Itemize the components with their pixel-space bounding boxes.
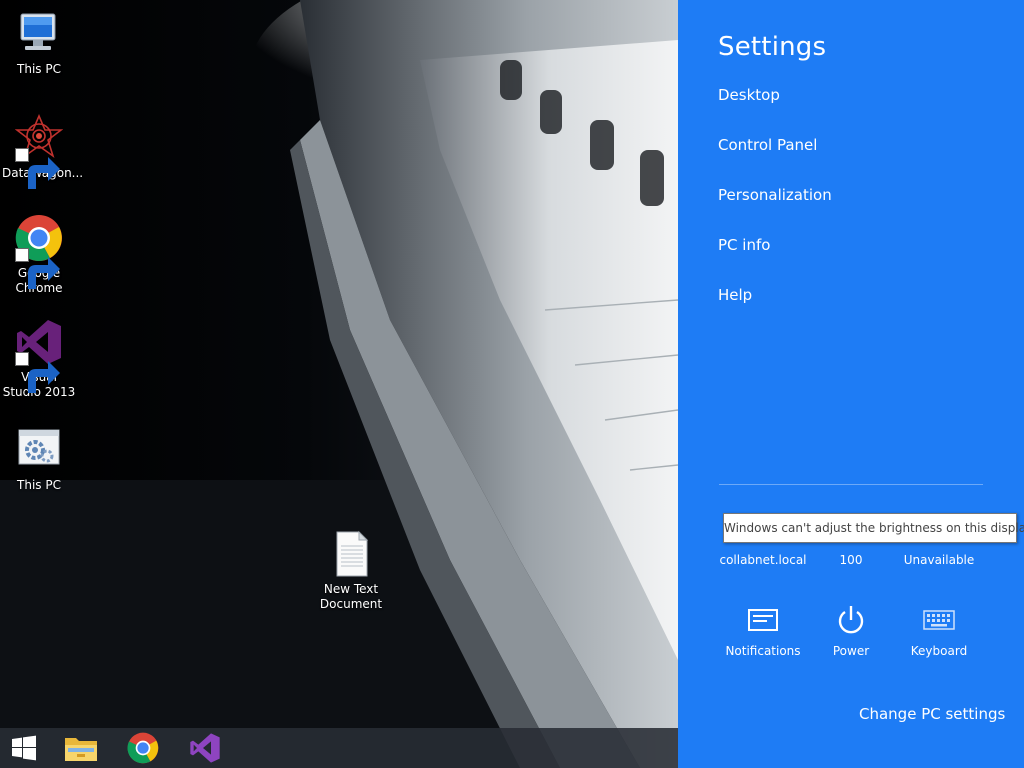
file-explorer-icon <box>64 733 98 763</box>
desktop-icon-visual-studio[interactable]: Visual Studio 2013 <box>2 318 76 400</box>
chrome-icon <box>15 214 63 289</box>
windows-start-icon <box>11 735 37 761</box>
taskbar-file-explorer[interactable] <box>57 728 105 768</box>
desktop-wallpaper <box>0 0 678 768</box>
power-icon <box>806 600 896 640</box>
computer-icon <box>15 10 63 58</box>
system-settings-icon <box>15 426 63 474</box>
power-button[interactable]: Power <box>806 600 896 658</box>
chrome-icon <box>127 732 159 764</box>
keyboard-button[interactable]: Keyboard <box>894 600 984 658</box>
desktop-icon-label: New Text Document <box>319 582 383 611</box>
desktop-icon-this-pc-settings[interactable]: This PC <box>2 426 76 493</box>
notifications-icon <box>718 600 808 640</box>
start-button[interactable] <box>0 728 48 768</box>
notifications-label: Notifications <box>725 644 801 658</box>
volume-status-value[interactable]: 100 <box>806 553 896 567</box>
datawagon-icon <box>15 114 63 189</box>
text-document-icon <box>327 530 375 578</box>
brightness-tooltip: Windows can't adjust the brightness on t… <box>723 513 1024 543</box>
taskbar <box>0 728 678 768</box>
power-label: Power <box>832 644 870 658</box>
notifications-button[interactable]: Notifications <box>718 600 808 658</box>
desktop-icon-this-pc[interactable]: This PC <box>2 10 76 77</box>
taskbar-chrome[interactable] <box>119 728 167 768</box>
settings-link-control-panel[interactable]: Control Panel <box>718 136 817 154</box>
settings-link-desktop[interactable]: Desktop <box>718 86 780 104</box>
settings-title: Settings <box>718 32 827 62</box>
settings-charm-panel: Settings Desktop Control Panel Personali… <box>678 0 1024 768</box>
change-pc-settings-link[interactable]: Change PC settings <box>859 705 1005 723</box>
keyboard-label: Keyboard <box>910 644 968 658</box>
brightness-status-value[interactable]: Unavailable <box>894 553 984 567</box>
desktop-icon-label: This PC <box>17 478 61 492</box>
shortcut-arrow-icon <box>15 148 60 189</box>
desktop-icon-datawagon[interactable]: DataWagon... <box>2 114 83 189</box>
settings-divider <box>719 484 983 485</box>
desktop-icon-new-text-document[interactable]: New Text Document <box>314 530 388 612</box>
desktop-icon-google-chrome[interactable]: Google Chrome <box>2 214 76 296</box>
settings-link-pc-info[interactable]: PC info <box>718 236 770 254</box>
desktop-icon-label: This PC <box>17 62 61 76</box>
settings-link-personalization[interactable]: Personalization <box>718 186 832 204</box>
network-status-value[interactable]: collabnet.local <box>718 553 808 567</box>
shortcut-arrow-icon <box>15 248 60 289</box>
taskbar-visual-studio[interactable] <box>181 728 229 768</box>
visual-studio-icon <box>15 318 63 393</box>
shortcut-arrow-icon <box>15 352 60 393</box>
visual-studio-icon <box>189 732 221 764</box>
settings-link-help[interactable]: Help <box>718 286 752 304</box>
keyboard-icon <box>894 600 984 640</box>
